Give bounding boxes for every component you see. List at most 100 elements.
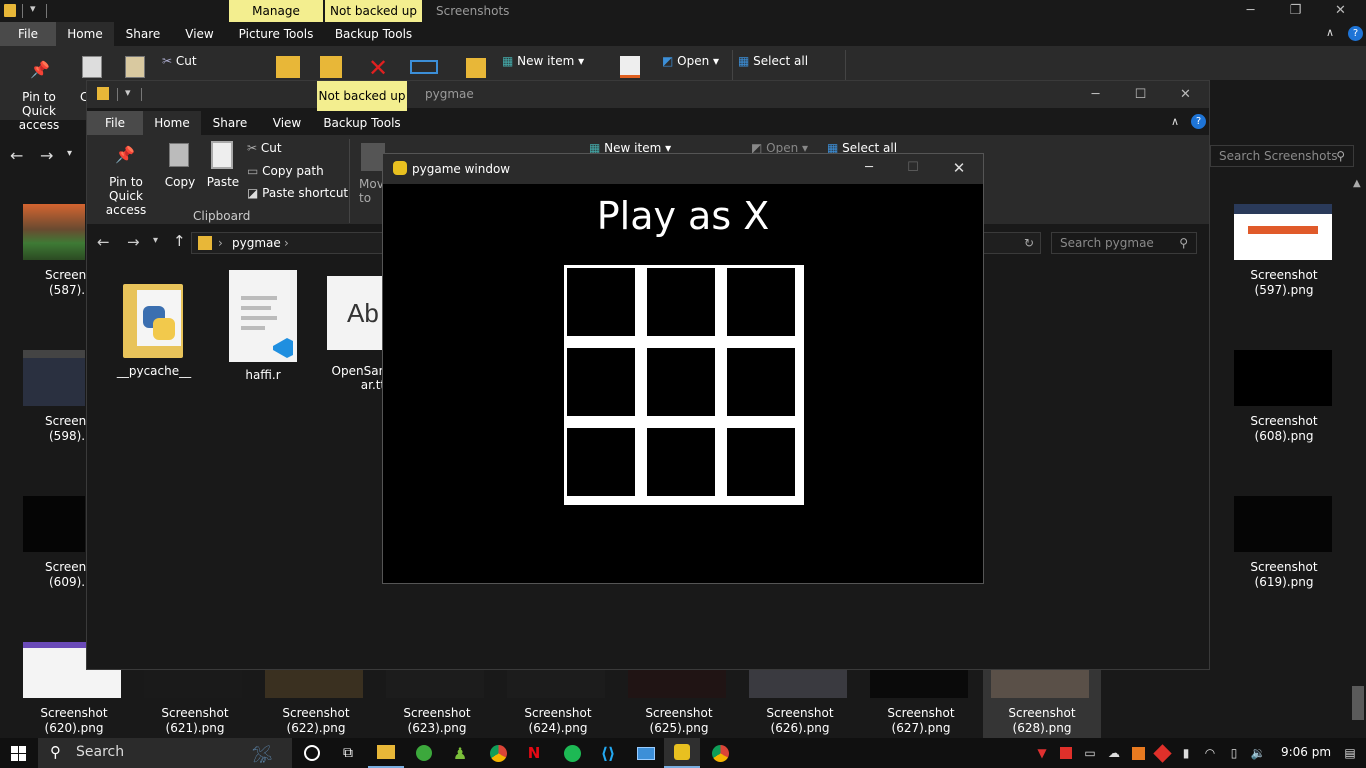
- paste-button[interactable]: Paste: [203, 175, 243, 189]
- tray-icon[interactable]: 🔉: [1248, 738, 1268, 768]
- minimize-button[interactable]: ─: [1073, 81, 1118, 108]
- pygame-task-button[interactable]: [664, 738, 700, 768]
- thumbnail-626[interactable]: [749, 670, 847, 698]
- new-item-button[interactable]: ▦ New item ▾: [502, 54, 584, 68]
- help-icon[interactable]: ?: [1348, 26, 1363, 41]
- board-cell[interactable]: [724, 345, 798, 419]
- move-to-button[interactable]: Move to: [359, 177, 391, 205]
- file-explorer-button[interactable]: [368, 738, 404, 768]
- chess-app-button[interactable]: ♟: [442, 738, 478, 768]
- tab-share[interactable]: Share: [201, 111, 259, 135]
- up-arrow-icon[interactable]: ↑: [173, 232, 186, 250]
- cut-button[interactable]: ✂ Cut: [247, 141, 282, 155]
- customize-quick-access-icon[interactable]: ▾: [125, 86, 131, 99]
- open-button[interactable]: ◩ Open ▾: [662, 54, 719, 68]
- spotify-button[interactable]: [554, 738, 590, 768]
- chrome-button[interactable]: [480, 738, 516, 768]
- folder-pycache[interactable]: __pycache__: [109, 276, 199, 378]
- paste-shortcut-button[interactable]: ◪ Paste shortcut: [247, 186, 348, 200]
- search-screenshots-input[interactable]: Search Screenshots ⚲: [1210, 145, 1354, 167]
- tray-icon[interactable]: ◠: [1200, 738, 1220, 768]
- thumbnail-587[interactable]: [23, 204, 85, 260]
- board-cell[interactable]: [644, 345, 718, 419]
- chrome-second-button[interactable]: [702, 738, 738, 768]
- clock[interactable]: 9:06 pm: [1276, 745, 1336, 759]
- app-green-button[interactable]: [406, 738, 442, 768]
- minimize-button[interactable]: ─: [847, 160, 891, 175]
- scrollbar-thumb[interactable]: [1352, 686, 1364, 720]
- thumbnail-608[interactable]: [1234, 350, 1332, 406]
- board-cell[interactable]: [564, 345, 638, 419]
- thumbnail-609[interactable]: [23, 496, 85, 552]
- thumbnail-625[interactable]: [628, 670, 726, 698]
- board-cell[interactable]: [564, 265, 638, 339]
- search-pygmae-input[interactable]: Search pygmae ⚲: [1051, 232, 1197, 254]
- maximize-button[interactable]: ☐: [1118, 81, 1163, 108]
- collapse-ribbon-icon[interactable]: ∧: [1171, 115, 1179, 128]
- refresh-icon[interactable]: ↻: [1024, 233, 1034, 253]
- collapse-ribbon-icon[interactable]: ∧: [1326, 26, 1334, 39]
- tray-icon[interactable]: ▮: [1176, 738, 1196, 768]
- tray-icon[interactable]: [1128, 738, 1148, 768]
- scroll-up-icon[interactable]: ▲: [1353, 178, 1361, 189]
- tab-file[interactable]: File: [0, 22, 56, 46]
- scrollbar-track[interactable]: [1350, 176, 1366, 738]
- pin-to-quick-access-button[interactable]: Pin to Quick access: [91, 175, 161, 217]
- tray-icon[interactable]: ▯: [1224, 738, 1244, 768]
- task-view-button[interactable]: ⧉: [330, 738, 366, 768]
- file-haffi[interactable]: haffi.r: [218, 270, 308, 382]
- copy-path-button[interactable]: ▭ Copy path: [247, 164, 324, 178]
- tray-icon[interactable]: [1152, 738, 1172, 768]
- taskbar-search-box[interactable]: ⚲ Search 𓅮: [38, 738, 292, 768]
- tab-picture-tools[interactable]: Picture Tools: [229, 22, 323, 46]
- maximize-button[interactable]: ☐: [891, 160, 935, 175]
- tab-backup-tools[interactable]: Backup Tools: [317, 111, 407, 135]
- tray-icon[interactable]: ☁: [1104, 738, 1124, 768]
- close-button[interactable]: ✕: [1163, 81, 1208, 108]
- netflix-button[interactable]: N: [516, 738, 552, 768]
- cut-button[interactable]: ✂ Cut: [162, 54, 197, 68]
- minimize-button[interactable]: ─: [1228, 0, 1273, 22]
- tray-icon[interactable]: ▼: [1032, 738, 1052, 768]
- tab-file[interactable]: File: [87, 111, 143, 135]
- thumbnail-619[interactable]: [1234, 496, 1332, 552]
- thumbnail-598[interactable]: [23, 350, 85, 406]
- tray-icon[interactable]: [1056, 738, 1076, 768]
- recent-locations-icon[interactable]: ▾: [67, 148, 72, 159]
- tab-home[interactable]: Home: [56, 22, 114, 46]
- thumbnail-628[interactable]: [991, 670, 1089, 698]
- select-all-button[interactable]: ▦ Select all: [738, 54, 808, 68]
- thumbnail-624[interactable]: [507, 670, 605, 698]
- customize-quick-access-icon[interactable]: ▾: [30, 2, 36, 15]
- copy-button[interactable]: Copy: [161, 175, 199, 189]
- tray-icon[interactable]: ▭: [1080, 738, 1100, 768]
- cortana-button[interactable]: [294, 738, 330, 768]
- breadcrumb-folder[interactable]: pygmae: [232, 233, 281, 253]
- forward-arrow-icon[interactable]: →: [40, 146, 53, 165]
- tab-view[interactable]: View: [259, 111, 315, 135]
- back-arrow-icon[interactable]: ←: [10, 146, 23, 165]
- ctx-tab-not-backed-up[interactable]: Not backed up: [325, 0, 422, 22]
- ctx-tab-manage[interactable]: Manage: [229, 0, 323, 22]
- close-button[interactable]: ✕: [937, 159, 981, 177]
- tab-share[interactable]: Share: [114, 22, 172, 46]
- pin-to-quick-access-button[interactable]: Pin to Quick access: [4, 90, 74, 132]
- start-button[interactable]: [0, 738, 36, 768]
- tab-home[interactable]: Home: [143, 111, 201, 135]
- board-cell[interactable]: [644, 265, 718, 339]
- board-cell[interactable]: [724, 425, 798, 499]
- board-cell[interactable]: [644, 425, 718, 499]
- board-cell[interactable]: [724, 265, 798, 339]
- forward-arrow-icon[interactable]: →: [127, 233, 140, 251]
- tab-view[interactable]: View: [172, 22, 227, 46]
- thumbnail-622[interactable]: [265, 670, 363, 698]
- board-cell[interactable]: [564, 425, 638, 499]
- vscode-button[interactable]: ⟨⟩: [590, 738, 626, 768]
- notifications-button[interactable]: ▤: [1340, 738, 1360, 768]
- restore-button[interactable]: ❐: [1273, 0, 1318, 22]
- thumbnail-621[interactable]: [144, 670, 242, 698]
- help-icon[interactable]: ?: [1191, 114, 1206, 129]
- close-button[interactable]: ✕: [1318, 0, 1363, 22]
- tab-backup-tools[interactable]: Backup Tools: [325, 22, 422, 46]
- thumbnail-597[interactable]: [1234, 204, 1332, 260]
